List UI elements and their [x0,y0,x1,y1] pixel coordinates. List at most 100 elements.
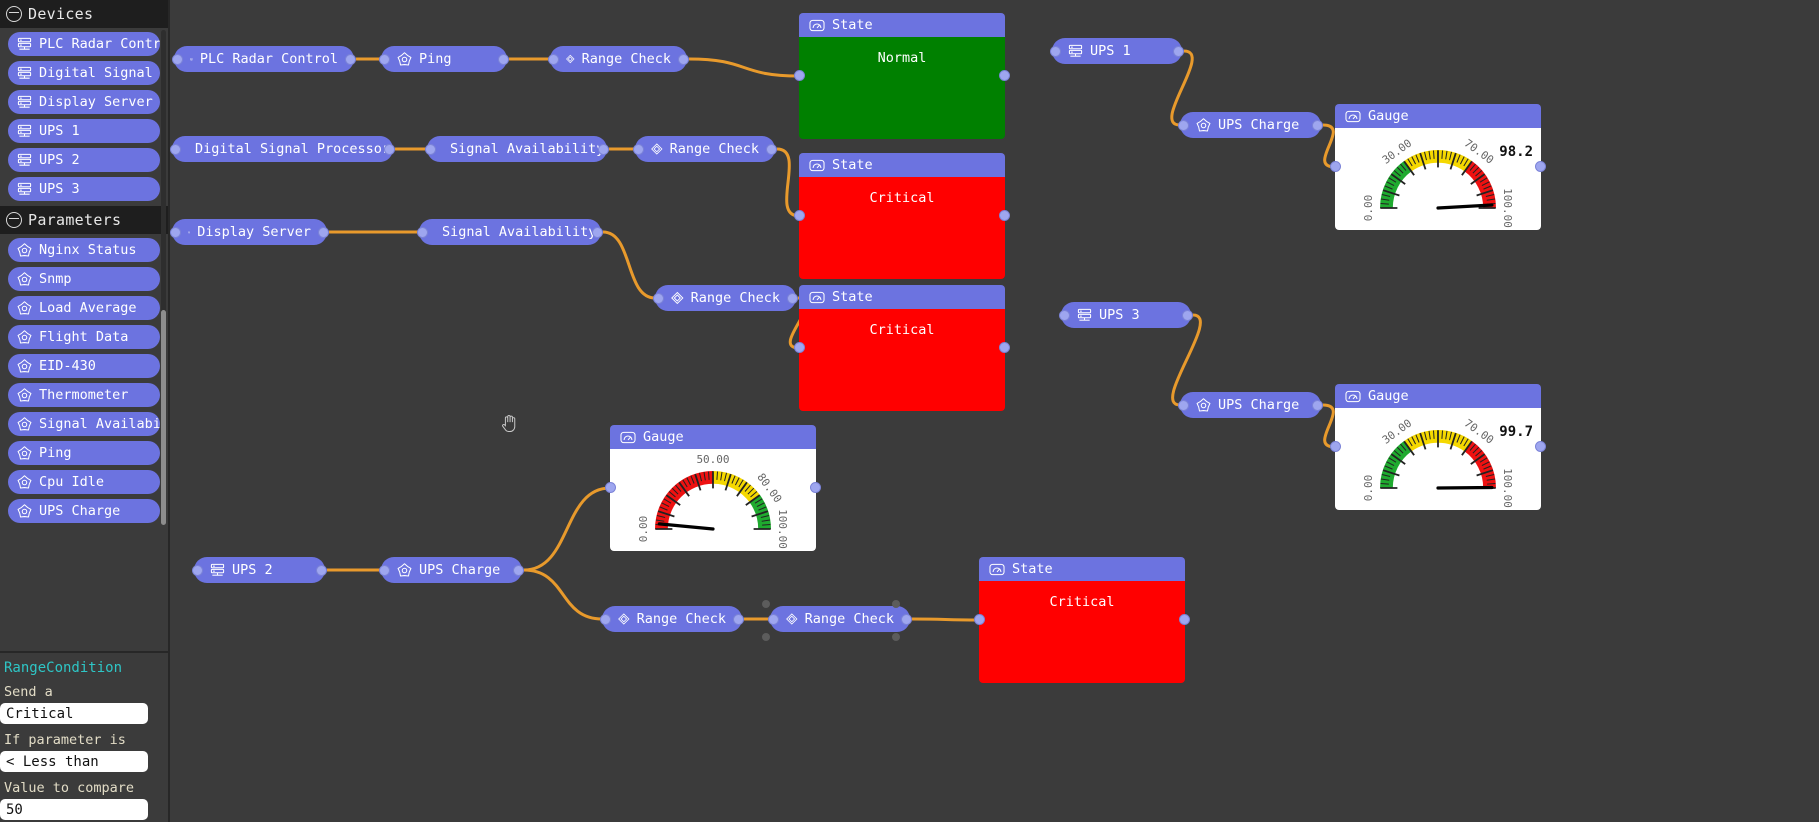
output-port[interactable] [1312,400,1323,411]
state-output-port[interactable] [999,342,1010,353]
input-port[interactable] [170,144,181,155]
input-port[interactable] [600,614,611,625]
output-port[interactable] [1182,310,1193,321]
parameters-section-header[interactable]: Parameters [0,206,168,234]
node-pill[interactable]: Range Check [602,606,742,632]
value-to-compare-input[interactable]: 50 [0,799,148,820]
devices-section-header[interactable]: Devices [0,0,168,28]
graph-node-ups-charge-3[interactable]: UPS Charge [1178,392,1323,418]
state-input-port[interactable] [974,614,985,625]
input-port[interactable] [192,565,203,576]
sidebar-parameter-load-average[interactable]: Load Average [8,296,160,320]
sidebar-parameter-ping[interactable]: Ping [8,441,160,465]
output-port[interactable] [598,144,609,155]
collapse-icon[interactable] [6,211,22,228]
node-pill[interactable]: PLC Radar Control [174,46,354,72]
node-pill[interactable]: Range Check [655,285,796,311]
graph-node-range-check-5[interactable]: Range Check [768,606,912,632]
collapsed-port[interactable] [762,600,770,608]
output-port[interactable] [316,565,327,576]
output-port[interactable] [592,227,603,238]
graph-node-state-4[interactable]: State Critical [979,557,1185,683]
gauge-input-port[interactable] [605,482,616,493]
node-pill[interactable]: UPS 2 [194,557,325,583]
sidebar-parameter-ups-charge[interactable]: UPS Charge [8,499,160,523]
graph-node-range-check-4[interactable]: Range Check [600,606,744,632]
node-pill[interactable]: Range Check [550,46,687,72]
gauge-input-port[interactable] [1330,161,1341,172]
state-input-port[interactable] [794,210,805,221]
graph-node-state-3[interactable]: State Critical [799,285,1005,411]
graph-node-plc-radar-control[interactable]: PLC Radar Control [172,46,356,72]
node-pill[interactable]: Signal Availability [427,136,607,162]
output-port[interactable] [1312,120,1323,131]
state-input-port[interactable] [794,70,805,81]
graph-node-ups1[interactable]: UPS 1 [1050,38,1184,64]
output-port[interactable] [901,614,912,625]
output-port[interactable] [345,54,356,65]
state-output-port[interactable] [999,70,1010,81]
graph-node-ups-charge-1[interactable]: UPS Charge [1178,112,1323,138]
sidebar-device-ups-3[interactable]: UPS 3 [8,177,160,201]
graph-node-ups2[interactable]: UPS 2 [192,557,327,583]
graph-node-display-server[interactable]: Display Server [170,219,329,245]
graph-node-digital-signal-processor[interactable]: Digital Signal Processor [170,136,395,162]
input-port[interactable] [379,54,390,65]
node-pill[interactable]: UPS Charge [381,557,522,583]
gauge-output-port[interactable] [1535,161,1546,172]
graph-node-gauge-1[interactable]: Gauge 0.00 30.00 70.00 100.00 98.2 [1335,104,1541,230]
gauge-output-port[interactable] [1535,441,1546,452]
graph-node-range-check-3[interactable]: Range Check [653,285,798,311]
sidebar-device-ups-1[interactable]: UPS 1 [8,119,160,143]
collapsed-port[interactable] [762,633,770,641]
node-pill[interactable]: Range Check [635,136,775,162]
graph-node-state-2[interactable]: State Critical [799,153,1005,279]
gauge-input-port[interactable] [1330,441,1341,452]
graph-node-signal-availability-2[interactable]: Signal Availability [417,219,603,245]
input-port[interactable] [1178,400,1189,411]
sidebar-parameter-signal-availability[interactable]: Signal Availability [8,412,160,436]
input-port[interactable] [1178,120,1189,131]
node-graph-canvas[interactable]: PLC Radar Control Ping Range Check Digital … [170,0,1819,822]
collapse-icon[interactable] [6,5,22,22]
sidebar-scrollbar-thumb[interactable] [161,310,166,525]
input-port[interactable] [548,54,559,65]
state-output-port[interactable] [1179,614,1190,625]
state-input-port[interactable] [794,342,805,353]
sidebar-device-plc-radar-control[interactable]: PLC Radar Control [8,32,160,56]
output-port[interactable] [498,54,509,65]
output-port[interactable] [733,614,744,625]
sidebar-device-digital-signal-processor[interactable]: Digital Signal Processor [8,61,160,85]
graph-node-ups3[interactable]: UPS 3 [1059,302,1193,328]
node-pill[interactable]: Range Check [770,606,910,632]
sidebar-parameter-cpu-idle[interactable]: Cpu Idle [8,470,160,494]
output-port[interactable] [384,144,395,155]
state-output-port[interactable] [999,210,1010,221]
node-pill[interactable]: UPS Charge [1180,392,1321,418]
input-port[interactable] [1050,46,1061,57]
node-pill[interactable]: Digital Signal Processor [172,136,393,162]
output-port[interactable] [678,54,689,65]
output-port[interactable] [513,565,524,576]
graph-node-ping[interactable]: Ping [379,46,509,72]
graph-node-ups-charge-2[interactable]: UPS Charge [379,557,524,583]
node-pill[interactable]: UPS 1 [1052,38,1182,64]
input-port[interactable] [768,614,779,625]
output-port[interactable] [318,227,329,238]
node-pill[interactable]: UPS 3 [1061,302,1191,328]
node-pill[interactable]: Ping [381,46,507,72]
node-pill[interactable]: Signal Availability [419,219,601,245]
graph-node-range-check-1[interactable]: Range Check [548,46,689,72]
node-pill[interactable]: UPS Charge [1180,112,1321,138]
graph-node-state-1[interactable]: State Normal [799,13,1005,139]
comparison-select[interactable]: < Less than [0,751,148,772]
sidebar-device-display-server[interactable]: Display Server [8,90,160,114]
node-pill[interactable]: Display Server [172,219,327,245]
input-port[interactable] [172,54,183,65]
sidebar-parameter-nginx-status[interactable]: Nginx Status [8,238,160,262]
graph-node-range-check-2[interactable]: Range Check [633,136,777,162]
input-port[interactable] [633,144,644,155]
sidebar-parameter-eid-430[interactable]: EID-430 [8,354,160,378]
output-port[interactable] [766,144,777,155]
graph-node-signal-availability-1[interactable]: Signal Availability [425,136,609,162]
